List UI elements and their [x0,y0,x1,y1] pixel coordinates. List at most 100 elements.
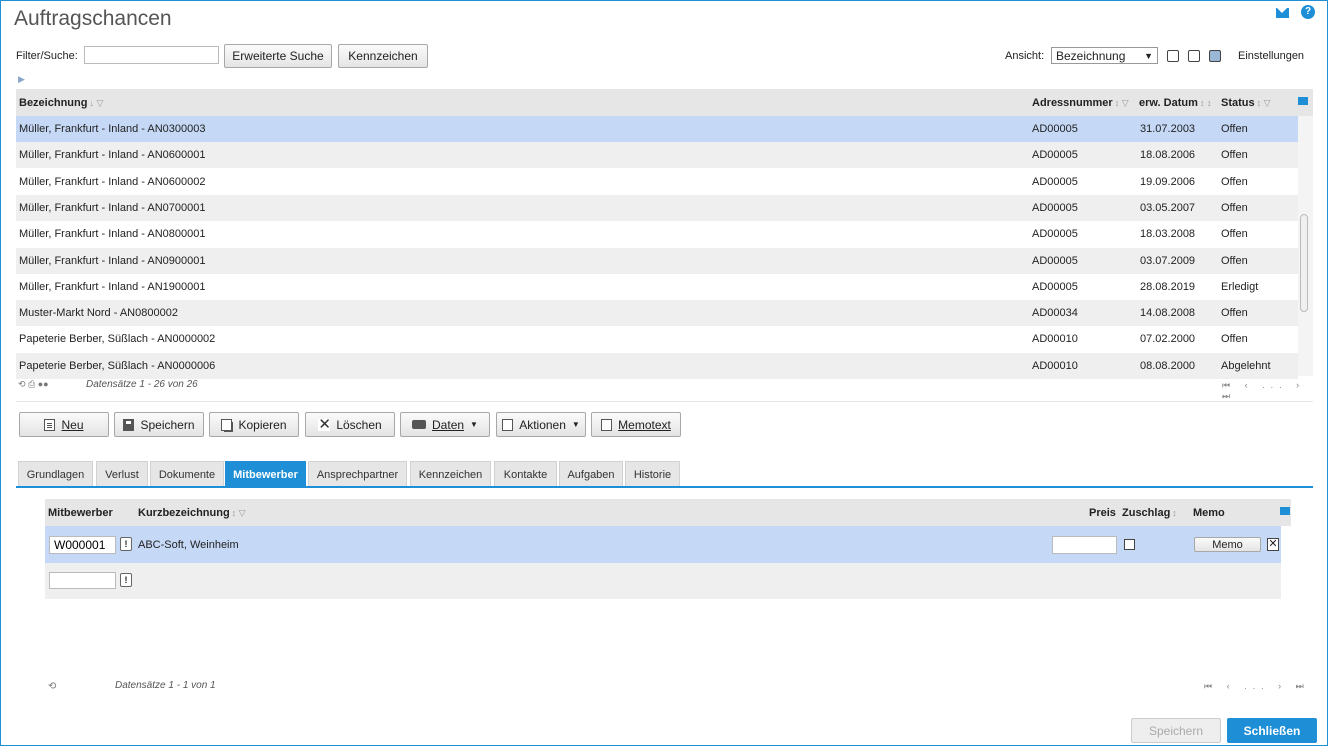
cell-bezeichnung: Papeterie Berber, Süßlach - AN0000006 [19,359,216,372]
col-header-memo[interactable]: Memo [1193,507,1225,519]
view-select[interactable]: Bezeichnung ▼ [1051,47,1158,64]
table-row[interactable]: Papeterie Berber, Süßlach - AN0000002 AD0… [16,326,1298,352]
view-label: Ansicht: [1005,50,1045,62]
table-row[interactable]: Müller, Frankfurt - Inland - AN0600002 AD… [16,169,1298,195]
table-row[interactable]: Müller, Frankfurt - Inland - AN1900001 AD… [16,274,1298,300]
cell-adressnummer: AD00005 [1032,175,1078,188]
mail-icon[interactable] [1276,8,1289,18]
table-row[interactable]: Muster-Markt Nord - AN0800002 AD00034 14.0… [16,300,1298,327]
award-checkbox[interactable] [1124,539,1135,550]
delete-x-icon: ✕ [318,415,331,433]
table-row[interactable]: Papeterie Berber, Süßlach - AN0000006 AD0… [16,352,1298,379]
cell-bezeichnung: Müller, Frankfurt - Inland - AN1900001 [19,280,206,293]
filter-label: Filter/Suche: [16,50,78,62]
lookup-icon[interactable]: ! [120,573,132,587]
cell-bezeichnung: Müller, Frankfurt - Inland - AN0600001 [19,149,206,162]
col-header-datum[interactable]: erw. Datum ↕ ↕ [1139,97,1211,109]
cell-datum: 28.08.2019 [1140,280,1196,293]
cell-adressnummer: AD00010 [1032,333,1078,346]
col-header-status[interactable]: Status ↕ ▽ [1221,97,1271,109]
competitor-short-name: ABC-Soft, Weinheim [138,539,239,551]
copy-button[interactable]: Kopieren [209,412,299,437]
cell-datum: 18.08.2006 [1140,149,1196,162]
cell-status: Offen [1221,175,1248,188]
cell-adressnummer: AD00010 [1032,359,1078,372]
tab-ansprechpartner[interactable]: Ansprechpartner [308,461,407,487]
chevron-down-icon: ▼ [1144,50,1153,61]
expand-arrow-icon[interactable]: ▶ [18,74,25,85]
sort-icon: ↕ [1172,508,1177,518]
competitor-pager[interactable]: ⏮ ‹ ... › ⏭ [1204,681,1310,692]
delete-row-icon[interactable]: ✕ [1267,538,1279,551]
divider [16,401,1313,402]
col-header-zuschlag[interactable]: Zuschlag ↕ [1122,507,1177,519]
caret-down-icon: ▼ [571,420,580,429]
cell-status: Offen [1221,149,1248,162]
delete-button[interactable]: ✕ Löschen [305,412,395,437]
memo-button[interactable]: Memo [1194,537,1261,552]
table-row[interactable]: Müller, Frankfurt - Inland - AN0900001 AD… [16,247,1298,274]
advanced-search-button[interactable]: Erweiterte Suche [224,44,332,68]
competitor-id-input[interactable] [49,536,116,554]
refresh-icon[interactable]: ⟲ [48,681,56,692]
footer-save-button[interactable]: Speichern [1131,718,1221,743]
cell-datum: 08.08.2000 [1140,359,1196,372]
footer-close-button[interactable]: Schließen [1227,718,1317,743]
view-list-icon[interactable] [1167,50,1179,62]
col-header-mitbewerber[interactable]: Mitbewerber [48,507,113,519]
view-split-icon[interactable] [1188,50,1200,62]
cell-adressnummer: AD00005 [1032,201,1078,214]
sort-filter-icon: ↓ ▽ [89,98,104,108]
save-button[interactable]: Speichern [114,412,204,437]
cell-adressnummer: AD00005 [1032,254,1078,267]
tab-grundlagen[interactable]: Grundlagen [18,461,93,487]
clipboard-icon [601,418,613,431]
new-doc-icon [44,418,56,431]
cell-datum: 07.02.2000 [1140,333,1196,346]
tags-button[interactable]: Kennzeichen [338,44,428,68]
cell-status: Offen [1221,254,1248,267]
competitor-new-row[interactable] [45,563,1281,599]
actions-menu-button[interactable]: Aktionen ▼ [496,412,586,437]
table-row[interactable]: Müller, Frankfurt - Inland - AN0800001 AD… [16,221,1298,247]
table-row[interactable]: Müller, Frankfurt - Inland - AN0700001 AD… [16,194,1298,221]
tab-kennzeichen[interactable]: Kennzeichen [410,461,491,487]
tab-historie[interactable]: Historie [625,461,680,487]
grid-pager[interactable]: ⏮ ‹ ... › ⏭ [1222,380,1327,402]
settings-link[interactable]: Einstellungen [1238,50,1304,62]
help-icon[interactable]: ? [1301,5,1315,19]
new-competitor-input[interactable] [49,572,116,589]
col-header-kurzbezeichnung[interactable]: Kurzbezeichnung ↕ ▽ [138,507,246,519]
lookup-icon[interactable]: ! [120,537,132,551]
new-button[interactable]: Neu [19,412,109,437]
col-header-adressnummer[interactable]: Adressnummer ↕ ▽ [1032,97,1129,109]
tab-aufgaben[interactable]: Aufgaben [559,461,623,487]
cell-bezeichnung: Müller, Frankfurt - Inland - AN0300003 [19,123,206,135]
filter-input[interactable] [84,46,219,64]
tab-mitbewerber[interactable]: Mitbewerber [225,461,306,487]
col-header-preis[interactable]: Preis [1089,507,1116,519]
cell-bezeichnung: Müller, Frankfurt - Inland - AN0700001 [19,201,206,214]
memo-text-button[interactable]: Memotext [591,412,681,437]
scrollbar-thumb[interactable] [1300,214,1308,312]
cell-bezeichnung: Müller, Frankfurt - Inland - AN0600002 [19,175,206,188]
column-chooser-icon[interactable] [1280,507,1290,515]
tab-dokumente[interactable]: Dokumente [150,461,224,487]
table-row[interactable]: Müller, Frankfurt - Inland - AN0600001 AD… [16,142,1298,169]
data-menu-button[interactable]: Daten ▼ [400,412,490,437]
cell-datum: 14.08.2008 [1140,307,1196,320]
tab-kontakte[interactable]: Kontakte [494,461,557,487]
sort-filter-icon: ↕ ↕ [1199,98,1212,108]
view-detail-icon[interactable] [1209,50,1221,62]
column-chooser-icon[interactable] [1298,97,1308,105]
col-header-bezeichnung[interactable]: Bezeichnung ↓ ▽ [19,97,103,109]
tab-verlust[interactable]: Verlust [96,461,148,487]
table-row[interactable]: Müller, Frankfurt - Inland - AN0300003 AD… [16,116,1298,142]
cell-datum: 18.03.2008 [1140,228,1196,241]
refresh-icon[interactable]: ⟲ ⎙ ●● [18,379,49,390]
cell-adressnummer: AD00005 [1032,149,1078,162]
price-input[interactable] [1052,536,1117,554]
cell-adressnummer: AD00005 [1032,228,1078,241]
competitor-grid-header: Mitbewerber Kurzbezeichnung ↕ ▽ Preis Zus… [45,499,1291,526]
cell-datum: 03.05.2007 [1140,201,1196,214]
